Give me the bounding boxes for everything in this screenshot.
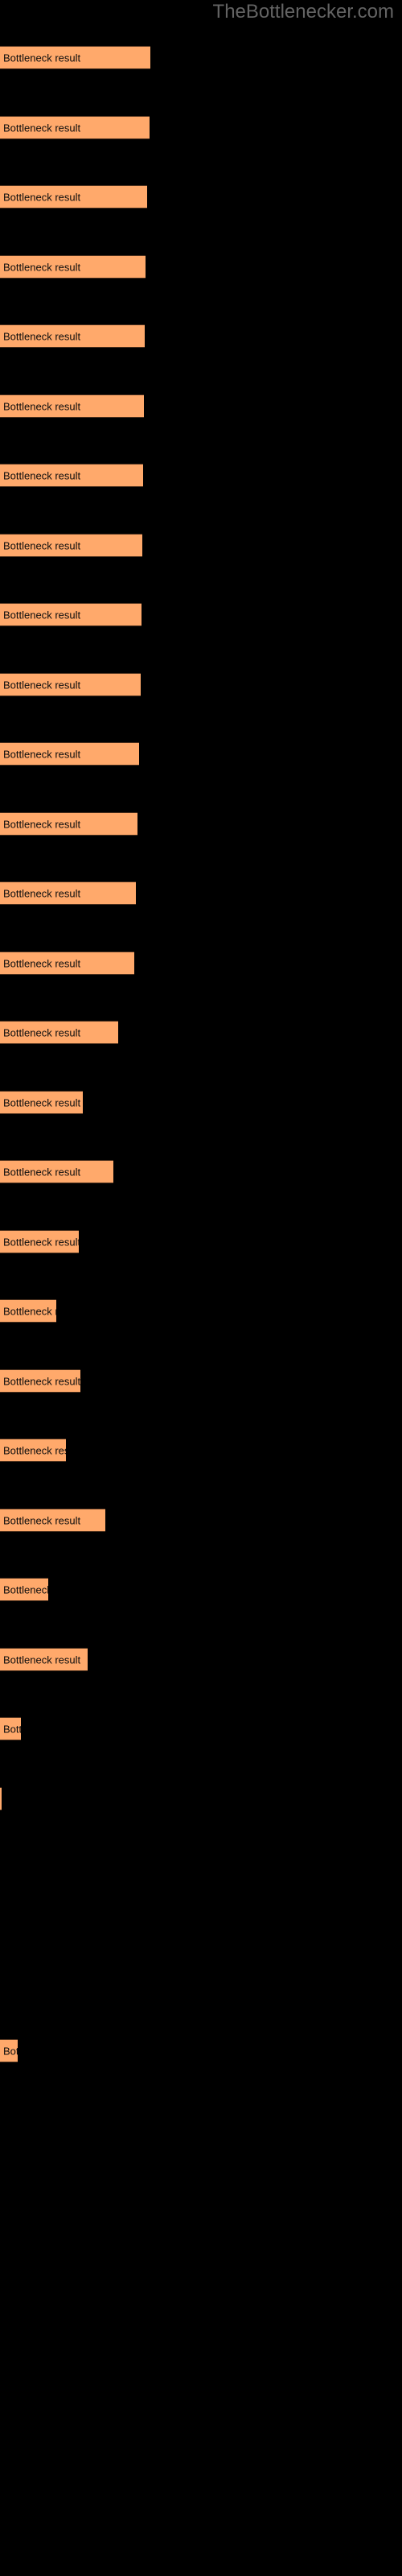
bar-label: Bottleneck result [3,748,81,760]
bar-label: Bottleneck result [3,1444,66,1456]
bar-chart: Bottleneck result Bottleneck result Bottle… [0,0,402,2576]
bar-label: Bottleneck result [3,539,81,551]
bar-bottleneck-result[interactable]: Bottleneck result [0,185,147,208]
bar-bottleneck-result[interactable]: Bottleneck result [0,255,146,279]
bar-label: Bottleneck result [3,261,81,273]
bar-label: Bottleneck result [3,1514,81,1526]
bar-bottleneck-result[interactable]: Bottleneck result [0,2039,18,2062]
bar-bottleneck-result[interactable]: Bottleneck result [0,812,137,836]
bar-label: Bottleneck result [3,122,81,134]
bar-bottleneck-result[interactable]: Bottleneck result [0,394,144,418]
bar-bottleneck-result[interactable]: Bottleneck result [0,952,134,975]
bar-label: Bottleneck result [3,1653,81,1666]
bar-bottleneck-result[interactable]: Bottleneck result [0,1230,79,1253]
bar-bottleneck-result[interactable]: Bottleneck result [0,1648,88,1671]
bar-bottleneck-result[interactable]: Bottleneck result [0,1369,80,1393]
bar-bottleneck-result[interactable]: Bottleneck result [0,1091,83,1114]
bar-bottleneck-result[interactable]: Bottleneck result [0,603,142,626]
bar-label: Bottleneck result [3,818,81,830]
bar-bottleneck-result[interactable]: Bottleneck result [0,1021,118,1044]
bar-label: Bottleneck result [3,887,81,899]
bar-label: Bottleneck result [3,1583,48,1596]
bar-label: Bottleneck result [3,1166,81,1178]
bar-bottleneck-result[interactable]: Bottleneck result [0,1439,66,1462]
bar-bottleneck-result[interactable]: Bottleneck result [0,1160,113,1183]
bar-label: Bottleneck result [3,957,81,969]
bar-bottleneck-result[interactable]: Bottleneck result [0,1299,56,1323]
bar-label: Bottleneck result [3,400,81,412]
bar-bottleneck-result[interactable]: Bottleneck result [0,673,141,696]
bar-label: Bottleneck result [3,679,81,691]
bar-bottleneck-result[interactable]: Bottleneck result [0,116,150,139]
bar-label: Bottleneck result [3,1236,79,1248]
bar-bottleneck-result[interactable]: Bottleneck result [0,46,150,69]
bar-label: Bottleneck result [3,330,81,342]
bar-bottleneck-result[interactable]: Bottleneck result [0,534,142,557]
bar-bottleneck-result[interactable]: Bottleneck result [0,881,136,905]
bar-label: Bottleneck result [3,1723,21,1735]
bar-bottleneck-result[interactable]: Bottleneck result [0,464,143,487]
bar-label: Bottleneck result [3,609,81,621]
bar-bottleneck-result[interactable]: Bottleneck result [0,1578,48,1601]
bar-label: Bottleneck result [3,2045,18,2057]
bar-label: Bottleneck result [3,1026,81,1038]
chart-page: TheBottlenecker.com Bottleneck result Bot… [0,0,402,2576]
bar-label: Bottleneck result [3,191,81,203]
bar-bottleneck-result[interactable]: Bottleneck result [0,324,145,348]
bar-label: Bottleneck result [3,469,81,481]
bar-label: Bottleneck result [3,1096,81,1108]
bar-label: Bottleneck result [3,1305,56,1317]
bar-label: Bottleneck result [3,1375,80,1387]
bar-bottleneck-result[interactable]: Bottleneck result [0,742,139,766]
bar-label: Bottleneck result [3,52,81,64]
bar-bottleneck-result[interactable]: Bottleneck result [0,1509,105,1532]
bar-bottleneck-result[interactable]: Bottleneck result [0,1717,21,1740]
bar-bottleneck-result[interactable]: Bottleneck result [0,1787,2,1810]
